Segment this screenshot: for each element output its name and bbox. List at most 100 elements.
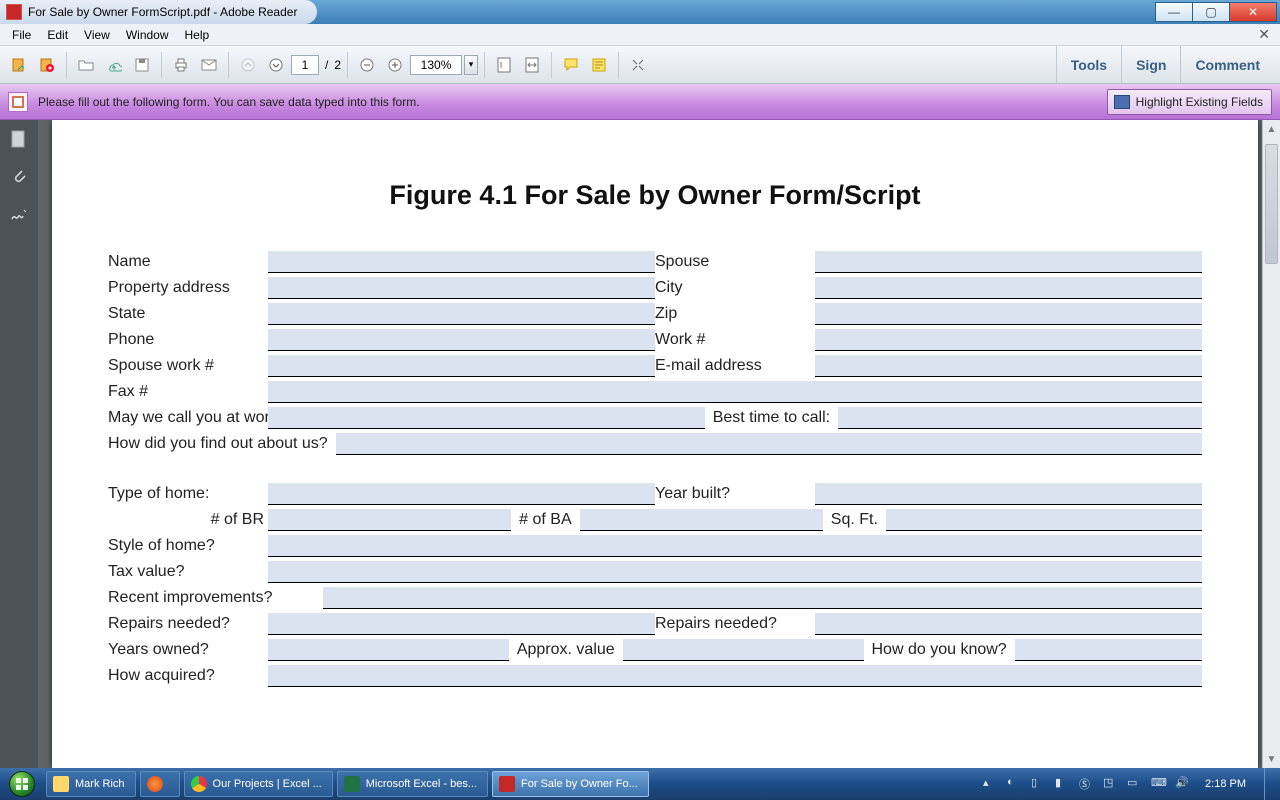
- fit-page-icon[interactable]: [491, 52, 517, 78]
- maximize-button[interactable]: ▢: [1192, 2, 1230, 22]
- label-tax: Tax value?: [108, 561, 268, 583]
- email-icon[interactable]: [196, 52, 222, 78]
- field-phone[interactable]: [268, 329, 655, 351]
- page-down-icon[interactable]: [263, 52, 289, 78]
- field-type-home[interactable]: [268, 483, 655, 505]
- field-spouse[interactable]: [815, 251, 1202, 273]
- field-city[interactable]: [815, 277, 1202, 299]
- field-sqft[interactable]: [886, 509, 1202, 531]
- label-recent-imp: Recent improvements?: [108, 587, 323, 609]
- field-found-us[interactable]: [336, 433, 1202, 455]
- close-button[interactable]: ✕: [1229, 2, 1277, 22]
- highlight-fields-label: Highlight Existing Fields: [1136, 95, 1263, 109]
- taskbar-item-explorer[interactable]: Mark Rich: [46, 771, 136, 797]
- field-style[interactable]: [268, 535, 1202, 557]
- highlight-text-icon[interactable]: [586, 52, 612, 78]
- field-how-acq[interactable]: [268, 665, 1202, 687]
- taskbar-item-excel[interactable]: Microsoft Excel - bes...: [337, 771, 488, 797]
- tools-panel-button[interactable]: Tools: [1056, 46, 1121, 84]
- field-recent-imp[interactable]: [323, 587, 1202, 609]
- tray-keyboard-icon[interactable]: ⌨: [1151, 776, 1167, 792]
- field-years-owned[interactable]: [268, 639, 509, 661]
- field-fax[interactable]: [268, 381, 1202, 403]
- zoom-out-icon[interactable]: [354, 52, 380, 78]
- attachments-icon[interactable]: [8, 166, 30, 188]
- tray-signal-icon[interactable]: ▮: [1055, 776, 1071, 792]
- label-sqft: Sq. Ft.: [823, 509, 886, 531]
- label-spouse: Spouse: [655, 251, 815, 273]
- field-approx-val[interactable]: [623, 639, 864, 661]
- page-up-icon[interactable]: [235, 52, 261, 78]
- comment-panel-button[interactable]: Comment: [1180, 46, 1274, 84]
- cloud-icon[interactable]: [101, 52, 127, 78]
- tray-battery-icon[interactable]: ▭: [1127, 776, 1143, 792]
- fit-width-icon[interactable]: [519, 52, 545, 78]
- print-icon[interactable]: [168, 52, 194, 78]
- document-close-button[interactable]: ✕: [1252, 26, 1276, 43]
- scroll-up-icon[interactable]: ▲: [1263, 120, 1280, 138]
- menu-file[interactable]: File: [4, 26, 39, 44]
- field-work[interactable]: [815, 329, 1202, 351]
- open-icon[interactable]: [73, 52, 99, 78]
- label-property-address: Property address: [108, 277, 268, 299]
- create-pdf-icon[interactable]: [34, 52, 60, 78]
- tray-chevron-icon[interactable]: ▴: [983, 776, 999, 792]
- label-state: State: [108, 303, 268, 325]
- label-may-call: May we call you at work?: [108, 407, 268, 429]
- thumbnails-icon[interactable]: [8, 128, 30, 150]
- field-tax[interactable]: [268, 561, 1202, 583]
- sign-panel-button[interactable]: Sign: [1121, 46, 1180, 84]
- tray-clock[interactable]: 2:18 PM: [1199, 778, 1252, 790]
- field-state[interactable]: [268, 303, 655, 325]
- tray-volume-icon[interactable]: 🔊: [1175, 776, 1191, 792]
- taskbar-label: Microsoft Excel - bes...: [366, 778, 477, 790]
- scroll-down-icon[interactable]: ▼: [1263, 750, 1280, 768]
- zoom-in-icon[interactable]: [382, 52, 408, 78]
- scrollbar-thumb[interactable]: [1265, 144, 1278, 264]
- minimize-button[interactable]: —: [1155, 2, 1193, 22]
- show-desktop-button[interactable]: [1264, 768, 1274, 800]
- menu-view[interactable]: View: [76, 26, 118, 44]
- zoom-input[interactable]: [410, 55, 462, 75]
- field-property-address[interactable]: [268, 277, 655, 299]
- signatures-icon[interactable]: [8, 204, 30, 226]
- taskbar-item-chrome[interactable]: Our Projects | Excel ...: [184, 771, 333, 797]
- read-mode-icon[interactable]: [625, 52, 651, 78]
- vertical-scrollbar[interactable]: ▲ ▼: [1262, 120, 1280, 768]
- menu-help[interactable]: Help: [177, 26, 218, 44]
- field-zip[interactable]: [815, 303, 1202, 325]
- field-name[interactable]: [268, 251, 655, 273]
- page-number-input[interactable]: [291, 55, 319, 75]
- comment-bubble-icon[interactable]: [558, 52, 584, 78]
- menu-window[interactable]: Window: [118, 26, 177, 44]
- start-button[interactable]: [0, 768, 44, 800]
- field-spouse-work[interactable]: [268, 355, 655, 377]
- taskbar-label: Our Projects | Excel ...: [213, 778, 322, 790]
- toolbar-sep: [551, 52, 552, 78]
- field-num-ba[interactable]: [580, 509, 823, 531]
- tray-notification-icon[interactable]: ◳: [1103, 776, 1119, 792]
- highlight-fields-button[interactable]: Highlight Existing Fields: [1107, 89, 1272, 115]
- field-best-time[interactable]: [838, 407, 1202, 429]
- label-num-ba: # of BA: [511, 509, 579, 531]
- zoom-dropdown[interactable]: ▾: [464, 55, 478, 75]
- tray-network-icon[interactable]: ▯: [1031, 776, 1047, 792]
- field-how-know[interactable]: [1015, 639, 1202, 661]
- field-may-call[interactable]: [268, 407, 705, 429]
- field-repairs2[interactable]: [815, 613, 1202, 635]
- field-year-built[interactable]: [815, 483, 1202, 505]
- save-icon[interactable]: [129, 52, 155, 78]
- taskbar-item-reader[interactable]: For Sale by Owner Fo...: [492, 771, 649, 797]
- windows-logo-icon: [9, 771, 35, 797]
- label-type-home: Type of home:: [108, 483, 268, 505]
- tray-app-icon[interactable]: ◐: [1007, 776, 1023, 792]
- field-num-br[interactable]: [268, 509, 511, 531]
- menu-edit[interactable]: Edit: [39, 26, 76, 44]
- label-repairs2: Repairs needed?: [655, 613, 815, 635]
- taskbar-item-firefox[interactable]: [140, 771, 180, 797]
- tray-skype-icon[interactable]: Ⓢ: [1079, 776, 1095, 792]
- document-viewport[interactable]: Figure 4.1 For Sale by Owner Form/Script…: [38, 120, 1262, 768]
- export-pdf-icon[interactable]: [6, 52, 32, 78]
- field-repairs[interactable]: [268, 613, 655, 635]
- field-email[interactable]: [815, 355, 1202, 377]
